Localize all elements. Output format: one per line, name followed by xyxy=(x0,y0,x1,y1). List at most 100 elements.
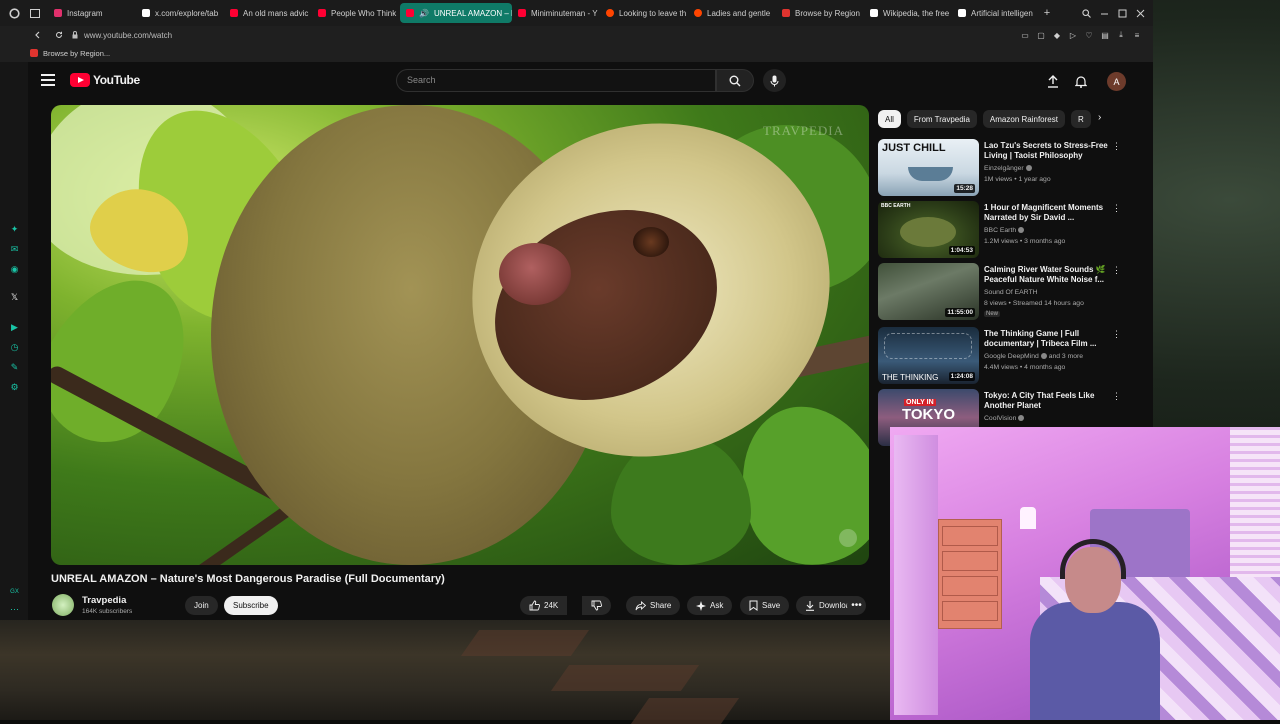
browser-tab[interactable]: Miniminuteman - Y xyxy=(512,3,600,23)
video-thumbnail[interactable]: THE THINKING 1:24:08 xyxy=(878,327,979,384)
bookmark-item[interactable]: Browse by Region... xyxy=(43,49,110,58)
more-vertical-icon[interactable]: ⋮ xyxy=(1112,329,1121,340)
heart-icon[interactable]: ♡ xyxy=(1081,31,1097,40)
lock-icon[interactable] xyxy=(68,31,82,39)
search-button[interactable] xyxy=(716,69,754,92)
browser-tab[interactable]: Wikipedia, the free xyxy=(864,3,952,23)
ask-button[interactable]: Ask xyxy=(687,596,733,615)
video-duration: 15:28 xyxy=(954,184,975,193)
tab-label: Miniminuteman - Y xyxy=(531,8,598,18)
aria-icon[interactable]: ✦ xyxy=(9,224,20,235)
verified-icon xyxy=(1040,353,1047,360)
new-badge: New xyxy=(984,311,1001,317)
more-icon[interactable]: ⋯ xyxy=(9,604,20,615)
player-icon[interactable]: ▶ xyxy=(9,322,20,333)
settings-icon[interactable]: ⚙ xyxy=(9,382,20,393)
messenger-icon[interactable]: ✉ xyxy=(9,244,20,255)
webcam-person xyxy=(1030,602,1160,720)
chevron-right-icon[interactable]: › xyxy=(1098,112,1101,123)
video-thumbnail[interactable]: BBC EARTH 1:04:53 xyxy=(878,201,979,258)
join-button[interactable]: Join xyxy=(185,596,218,615)
speaker-icon[interactable]: 🔊 xyxy=(419,9,429,18)
search-tabs-icon[interactable] xyxy=(1077,8,1095,18)
hamburger-menu-icon[interactable] xyxy=(41,74,55,86)
channel-row: Travpedia 164K subscribers Join Subscrib… xyxy=(51,594,869,620)
wallet-icon[interactable]: ▤ xyxy=(1097,31,1113,40)
more-vertical-icon[interactable]: ⋮ xyxy=(1112,141,1121,152)
browser-tab-active[interactable]: 🔊 UNREAL AMAZON – N xyxy=(400,3,512,23)
account-avatar[interactable]: A xyxy=(1107,72,1126,91)
browser-tab[interactable]: Artificial intelligen xyxy=(952,3,1040,23)
video-meta: 1.2M views • 3 months ago xyxy=(984,238,1066,245)
workspaces-icon[interactable] xyxy=(28,8,42,18)
history-icon[interactable]: ◷ xyxy=(9,342,20,353)
minimize-icon[interactable] xyxy=(1095,9,1113,18)
dislike-button[interactable] xyxy=(582,596,611,615)
notifications-button[interactable] xyxy=(1073,73,1089,89)
bell-icon xyxy=(1075,75,1087,88)
video-player[interactable]: TRAVPEDIA xyxy=(51,105,869,565)
reload-icon[interactable] xyxy=(50,31,68,39)
video-thumbnail[interactable]: JUST CHILL 15:28 xyxy=(878,139,979,196)
browser-tab[interactable]: Looking to leave th xyxy=(600,3,688,23)
channel-avatar[interactable] xyxy=(52,594,74,616)
upload-icon xyxy=(1048,74,1058,88)
sparkle-icon xyxy=(696,600,706,611)
tab-label: An old mans advic xyxy=(243,8,309,18)
download-icon[interactable]: ⤓ xyxy=(1113,30,1129,40)
recommended-video[interactable]: JUST CHILL 15:28 Lao Tzu's Secrets to St… xyxy=(878,139,1121,197)
new-tab-button[interactable]: + xyxy=(1040,7,1054,19)
recommended-video[interactable]: THE THINKING 1:24:08 The Thinking Game |… xyxy=(878,327,1121,385)
browser-tab[interactable]: x.com/explore/tab xyxy=(136,3,224,23)
play-icon[interactable]: ▷ xyxy=(1065,31,1081,40)
youtube-play-icon xyxy=(70,73,90,87)
opera-logo-icon[interactable] xyxy=(6,7,22,19)
more-vertical-icon[interactable]: ⋮ xyxy=(1112,203,1121,214)
pinboard-icon[interactable]: ✎ xyxy=(9,362,20,373)
channel-branding-icon[interactable] xyxy=(839,529,857,547)
search-input[interactable]: Search xyxy=(396,69,716,92)
subscriber-count: 164K subscribers xyxy=(82,608,133,615)
voice-search-button[interactable] xyxy=(763,69,786,92)
chip-all[interactable]: All xyxy=(878,110,901,128)
tab-label: Artificial intelligen xyxy=(971,8,1033,18)
upload-button[interactable] xyxy=(1045,73,1061,89)
x-icon[interactable]: 𝕏 xyxy=(9,292,20,303)
chip-related[interactable]: R xyxy=(1070,110,1091,128)
close-icon[interactable] xyxy=(1131,9,1149,18)
snapshot-icon[interactable]: ▢ xyxy=(1033,31,1049,40)
browser-tab[interactable]: Instagram xyxy=(48,3,136,23)
chip-from-channel[interactable]: From Travpedia xyxy=(906,110,977,128)
webcam-overlay xyxy=(890,427,1280,720)
video-meta: 4.4M views • 4 months ago xyxy=(984,364,1066,371)
subscribe-button[interactable]: Subscribe xyxy=(224,596,278,615)
more-horizontal-icon: ••• xyxy=(851,600,862,611)
url-field[interactable]: www.youtube.com/watch xyxy=(84,31,172,40)
recommended-video[interactable]: 11:55:00 Calming River Water Sounds 🌿 Pe… xyxy=(878,263,1121,321)
save-button[interactable]: Save xyxy=(740,596,790,615)
microphone-icon xyxy=(770,75,779,86)
video-thumbnail[interactable]: 11:55:00 xyxy=(878,263,979,320)
more-vertical-icon[interactable]: ⋮ xyxy=(1112,265,1121,276)
like-button[interactable]: 24K xyxy=(520,596,568,615)
menu-icon[interactable]: ≡ xyxy=(1129,31,1145,40)
tab-label: Wikipedia, the free xyxy=(883,8,950,18)
share-button[interactable]: Share xyxy=(626,596,681,615)
youtube-logo[interactable]: YouTube xyxy=(70,73,140,87)
browser-tab[interactable]: An old mans advic xyxy=(224,3,312,23)
more-vertical-icon[interactable]: ⋮ xyxy=(1112,391,1121,402)
browser-tab[interactable]: Ladies and gentle xyxy=(688,3,776,23)
more-actions-button[interactable]: ••• xyxy=(847,596,866,615)
shield-icon[interactable]: ◆ xyxy=(1049,31,1065,40)
like-count: 24K xyxy=(544,601,559,610)
recommended-video[interactable]: BBC EARTH 1:04:53 1 Hour of Magnificent … xyxy=(878,201,1121,259)
whatsapp-icon[interactable]: ◉ xyxy=(9,264,20,275)
chip-amazon-rainforest[interactable]: Amazon Rainforest xyxy=(982,110,1065,128)
browser-tab[interactable]: People Who Think xyxy=(312,3,400,23)
gx-icon[interactable]: GX xyxy=(9,586,20,597)
browser-tab[interactable]: Browse by Region xyxy=(776,3,864,23)
bookmark-icon[interactable]: ▭ xyxy=(1017,31,1033,40)
maximize-icon[interactable] xyxy=(1113,9,1131,18)
channel-name[interactable]: Travpedia xyxy=(82,595,126,606)
back-icon[interactable] xyxy=(30,31,44,39)
